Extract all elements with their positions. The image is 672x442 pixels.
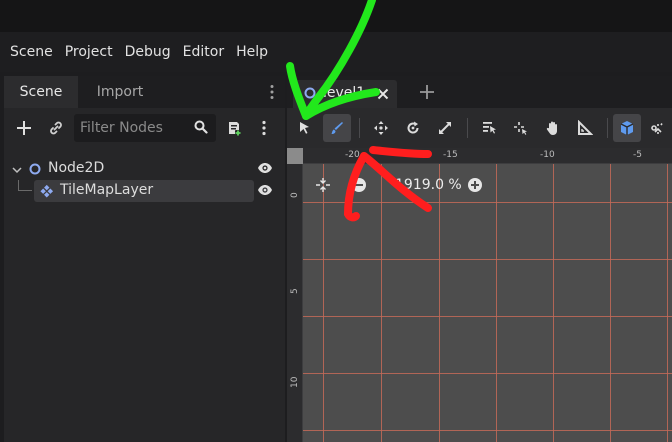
node2d-icon	[28, 162, 42, 180]
grid-line	[610, 164, 611, 442]
horizontal-ruler[interactable]: -20 -15 -10 -5	[303, 148, 672, 164]
grid-line	[439, 164, 440, 442]
toolbar-separator	[359, 118, 360, 138]
center-view-icon[interactable]	[315, 177, 331, 197]
tree-label-tilemaplayer: TileMapLayer	[60, 182, 154, 198]
ruler-label: 10	[290, 376, 300, 388]
ruler-label: -15	[443, 150, 458, 160]
node2d-icon	[303, 86, 317, 104]
grid-line	[303, 430, 672, 431]
toolbar-separator	[607, 118, 608, 138]
scene-toolbar	[4, 110, 285, 146]
ruler-icon[interactable]	[571, 114, 599, 142]
tab-import[interactable]: Import	[78, 76, 162, 108]
select-mode-icon[interactable]	[291, 114, 319, 142]
link-icon[interactable]	[44, 116, 68, 140]
menu-help[interactable]: Help	[230, 32, 274, 72]
viewport-toolbar	[287, 108, 672, 148]
scene-tab-bar: level1	[287, 76, 672, 108]
filter-nodes-field[interactable]	[74, 114, 216, 142]
filter-nodes-input[interactable]	[80, 117, 188, 139]
tilemaplayer-icon	[40, 184, 54, 202]
pan-hand-icon[interactable]	[539, 114, 567, 142]
zoom-in-icon[interactable]	[467, 177, 483, 197]
menu-debug[interactable]: Debug	[119, 32, 177, 72]
smart-snap-icon[interactable]	[613, 114, 641, 142]
tab-scene[interactable]: Scene	[4, 76, 78, 108]
move-mode-icon[interactable]	[367, 114, 395, 142]
toolbar-separator	[467, 118, 468, 138]
zoom-out-icon[interactable]	[351, 177, 367, 197]
grid-line	[303, 373, 672, 374]
tree-connector	[18, 180, 32, 191]
paint-brush-icon[interactable]	[323, 114, 351, 142]
visibility-eye-icon[interactable]	[257, 161, 273, 179]
tree-row-node2d[interactable]: Node2D	[4, 158, 285, 180]
rotate-mode-icon[interactable]	[399, 114, 427, 142]
close-tab-icon[interactable]	[377, 88, 389, 104]
ruler-label: 0	[290, 192, 300, 198]
list-select-icon[interactable]	[475, 114, 503, 142]
grid-line	[323, 164, 324, 442]
ruler-label: -5	[633, 150, 642, 160]
canvas-viewport[interactable]: -20 -15 -10 -5 0 5 10 1919.0 %	[287, 148, 672, 442]
menu-scene[interactable]: Scene	[4, 32, 59, 72]
dock-menu-icon[interactable]	[269, 84, 275, 100]
window-titlebar	[0, 0, 672, 32]
scene-tab-label: level1	[323, 85, 366, 101]
grid-line	[303, 259, 672, 260]
scene-options-icon[interactable]	[252, 116, 276, 140]
tree-row-tilemaplayer[interactable]: TileMapLayer	[4, 180, 285, 202]
ruler-corner	[287, 148, 303, 164]
vertical-ruler[interactable]: 0 5 10	[287, 164, 303, 442]
pivot-mode-icon[interactable]	[507, 114, 535, 142]
ruler-label: -10	[540, 150, 555, 160]
ruler-label: -20	[345, 150, 360, 160]
menu-editor[interactable]: Editor	[177, 32, 230, 72]
grid-line	[667, 164, 668, 442]
editor-area: level1 -20 -15 -10 -5 0 5 10 1919.0 %	[287, 76, 672, 442]
scale-mode-icon[interactable]	[431, 114, 459, 142]
grid-line	[381, 164, 382, 442]
add-scene-tab-icon[interactable]	[417, 82, 441, 102]
visibility-eye-icon[interactable]	[257, 183, 273, 201]
menu-project[interactable]: Project	[59, 32, 119, 72]
ruler-label: 5	[290, 288, 300, 294]
attach-script-icon[interactable]	[222, 116, 246, 140]
grid-line	[496, 164, 497, 442]
dock-tab-bar: Scene Import	[4, 76, 285, 108]
grid-line	[303, 202, 672, 203]
scene-dock: Scene Import Filter Nodes Node2D TileMap…	[4, 76, 285, 442]
scene-tab-level1[interactable]: level1	[293, 80, 397, 108]
grid-line	[553, 164, 554, 442]
add-node-icon[interactable]	[12, 116, 36, 140]
zoom-level[interactable]: 1919.0 %	[395, 177, 462, 193]
tree-label-node2d: Node2D	[48, 160, 105, 176]
grid-line	[303, 316, 672, 317]
collapse-arrow-icon[interactable]	[12, 163, 22, 179]
grid-snap-icon[interactable]	[645, 114, 672, 142]
menu-bar: Scene Project Debug Editor Help	[0, 32, 672, 72]
search-icon	[194, 120, 208, 138]
